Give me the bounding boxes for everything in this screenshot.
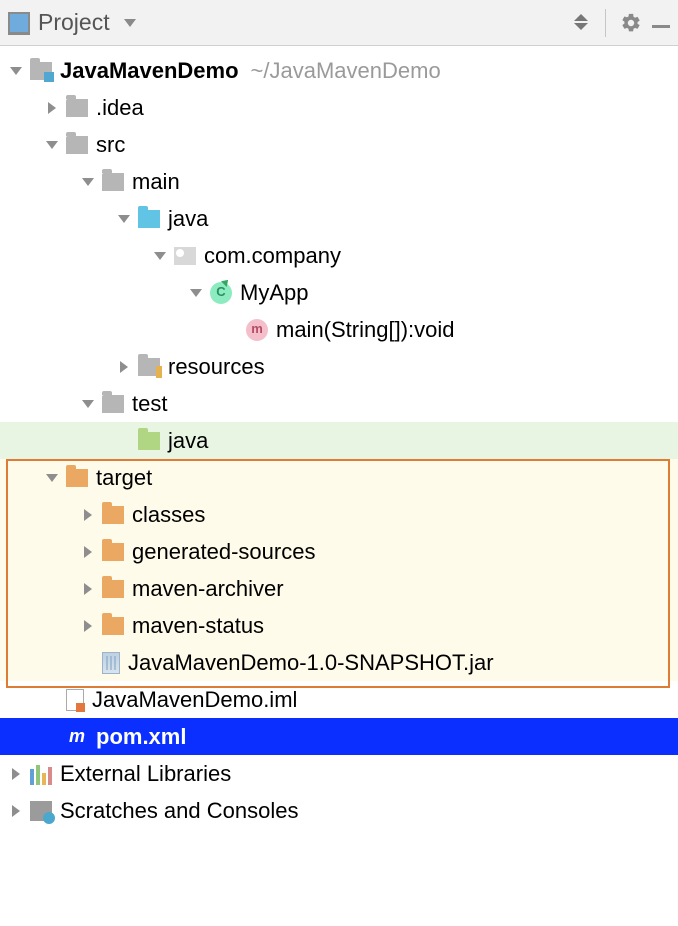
node-label: java	[168, 425, 208, 457]
node-label: External Libraries	[60, 758, 231, 790]
expand-icon[interactable]	[80, 396, 96, 412]
expand-icon[interactable]	[188, 285, 204, 301]
project-tool-icon	[8, 12, 30, 34]
method-icon: m	[246, 319, 268, 341]
node-label: Scratches and Consoles	[60, 795, 298, 827]
expand-icon[interactable]	[8, 803, 24, 819]
node-label: java	[168, 203, 208, 235]
node-label: JavaMavenDemo.iml	[92, 684, 297, 716]
iml-file-icon	[66, 689, 84, 711]
resources-folder-icon	[138, 358, 160, 376]
scroll-from-source-icon[interactable]	[571, 14, 591, 32]
tree-node-idea[interactable]: .idea	[0, 89, 678, 126]
tree-node-package[interactable]: com.company	[0, 237, 678, 274]
expand-icon	[224, 322, 240, 338]
scratches-icon	[30, 801, 52, 821]
expand-icon[interactable]	[8, 766, 24, 782]
expand-icon	[116, 433, 132, 449]
tree-node-pom[interactable]: m pom.xml	[0, 718, 678, 755]
tree-node-java-src[interactable]: java	[0, 200, 678, 237]
source-folder-icon	[138, 210, 160, 228]
package-icon	[174, 247, 196, 265]
maven-file-icon: m	[66, 726, 88, 748]
expand-icon	[44, 692, 60, 708]
tree-node-main[interactable]: main	[0, 163, 678, 200]
divider	[605, 9, 606, 37]
node-label: test	[132, 388, 167, 420]
node-label: main(String[]):void	[276, 314, 455, 346]
tree-node-class[interactable]: C MyApp	[0, 274, 678, 311]
module-folder-icon	[30, 62, 52, 80]
test-folder-icon	[138, 432, 160, 450]
minimize-icon[interactable]	[652, 25, 670, 28]
expand-icon[interactable]	[116, 359, 132, 375]
class-icon: C	[210, 282, 232, 304]
project-view-title[interactable]: Project	[38, 9, 110, 36]
tree-node-scratches[interactable]: Scratches and Consoles	[0, 792, 678, 829]
settings-icon[interactable]	[620, 12, 642, 34]
tree-node-test[interactable]: test	[0, 385, 678, 422]
highlight-annotation	[6, 459, 670, 688]
folder-icon	[102, 395, 124, 413]
node-path: ~/JavaMavenDemo	[251, 55, 441, 87]
tree-node-external-libraries[interactable]: External Libraries	[0, 755, 678, 792]
view-dropdown-icon[interactable]	[124, 19, 136, 27]
tool-window-header: Project	[0, 0, 678, 46]
node-label: pom.xml	[96, 721, 186, 753]
expand-icon[interactable]	[44, 100, 60, 116]
node-label: resources	[168, 351, 265, 383]
tree-node-root[interactable]: JavaMavenDemo ~/JavaMavenDemo	[0, 52, 678, 89]
tree-node-method[interactable]: m main(String[]):void	[0, 311, 678, 348]
folder-icon	[102, 173, 124, 191]
libraries-icon	[30, 763, 52, 785]
tree-node-resources[interactable]: resources	[0, 348, 678, 385]
node-label: JavaMavenDemo	[60, 55, 239, 87]
expand-icon[interactable]	[152, 248, 168, 264]
folder-icon	[66, 136, 88, 154]
expand-icon[interactable]	[116, 211, 132, 227]
node-label: MyApp	[240, 277, 308, 309]
project-tree: JavaMavenDemo ~/JavaMavenDemo .idea src …	[0, 46, 678, 829]
folder-icon	[66, 99, 88, 117]
node-label: .idea	[96, 92, 144, 124]
node-label: src	[96, 129, 125, 161]
expand-icon	[44, 729, 60, 745]
expand-icon[interactable]	[80, 174, 96, 190]
tree-node-java-test[interactable]: java	[0, 422, 678, 459]
tree-node-src[interactable]: src	[0, 126, 678, 163]
node-label: com.company	[204, 240, 341, 272]
node-label: main	[132, 166, 180, 198]
expand-icon[interactable]	[44, 137, 60, 153]
expand-icon[interactable]	[8, 63, 24, 79]
